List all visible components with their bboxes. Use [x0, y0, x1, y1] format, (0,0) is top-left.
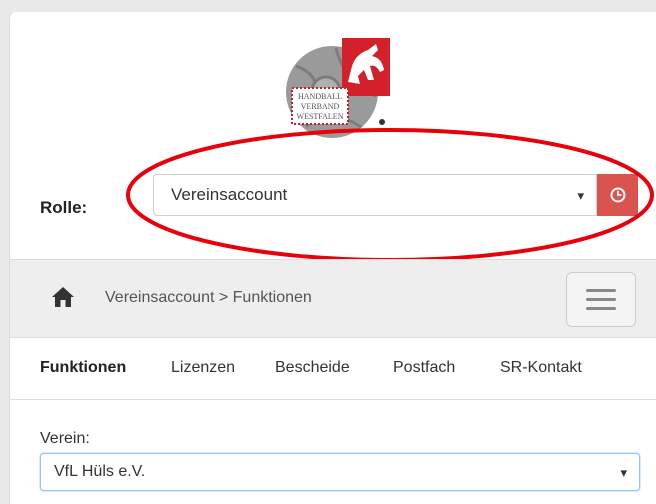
role-history-button[interactable] — [597, 174, 638, 216]
tab-funktionen[interactable]: Funktionen — [40, 359, 126, 377]
chevron-down-icon: ▾ — [620, 465, 627, 480]
tab-bescheide[interactable]: Bescheide — [275, 359, 350, 377]
role-select[interactable]: Vereinsaccount ▾ — [153, 174, 597, 216]
breadcrumb: Vereinsaccount > Funktionen — [105, 289, 312, 306]
logo-line-1: HANDBALL — [298, 92, 342, 101]
app-panel: HANDBALL VERBAND WESTFALEN Rolle: Verein… — [10, 12, 656, 504]
tab-postfach[interactable]: Postfach — [393, 359, 455, 377]
tab-sr-kontakt[interactable]: SR-Kontakt — [500, 359, 582, 377]
chevron-down-icon: ▾ — [577, 188, 584, 203]
navbar: Vereinsaccount > Funktionen — [10, 259, 656, 338]
hvw-logo: HANDBALL VERBAND WESTFALEN — [286, 36, 392, 144]
home-icon[interactable] — [51, 286, 75, 308]
hamburger-icon — [586, 289, 616, 292]
verein-select-value: VfL Hüls e.V. — [54, 463, 146, 480]
function-tabs: Funktionen Lizenzen Bescheide Postfach S… — [10, 338, 656, 400]
logo-line-3: WESTFALEN — [297, 112, 344, 121]
role-select-value: Vereinsaccount — [171, 185, 288, 204]
clock-icon — [610, 187, 625, 203]
logo-line-2: VERBAND — [301, 102, 340, 111]
role-label: Rolle: — [40, 198, 88, 217]
verein-select[interactable]: VfL Hüls e.V. ▾ — [40, 453, 640, 491]
verein-label: Verein: — [40, 430, 90, 447]
tab-lizenzen[interactable]: Lizenzen — [171, 359, 235, 377]
menu-toggle-button[interactable] — [566, 272, 636, 327]
